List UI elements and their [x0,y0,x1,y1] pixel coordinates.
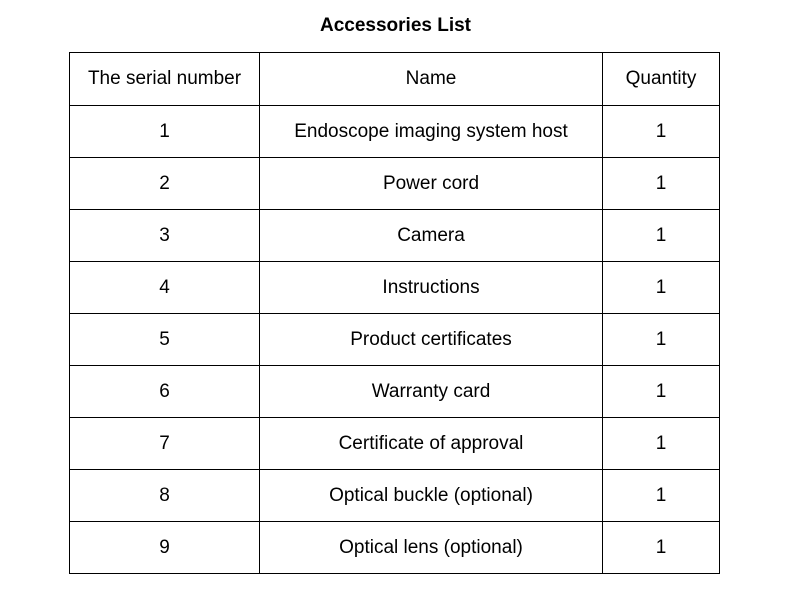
serial-number-cell: 2 [69,157,260,210]
name-cell: Product certificates [259,313,603,366]
serial-number-cell: 5 [69,313,260,366]
quantity-cell: 1 [602,313,720,366]
header-quantity: Quantity [602,52,720,106]
quantity-cell: 1 [602,469,720,522]
table-row: 9 Optical lens (optional) 1 [69,521,720,574]
header-serial-number: The serial number [69,52,260,106]
quantity-cell: 1 [602,417,720,470]
name-cell: Optical lens (optional) [259,521,603,574]
header-name: Name [259,52,603,106]
quantity-cell: 1 [602,105,720,158]
serial-number-cell: 3 [69,209,260,262]
table-row: 8 Optical buckle (optional) 1 [69,469,720,522]
serial-number-cell: 9 [69,521,260,574]
table-row: 5 Product certificates 1 [69,313,720,366]
name-cell: Warranty card [259,365,603,418]
document-title: Accessories List [319,15,472,36]
serial-number-cell: 1 [69,105,260,158]
table-row: 1 Endoscope imaging system host 1 [69,105,720,158]
quantity-cell: 1 [602,365,720,418]
name-cell: Instructions [259,261,603,314]
serial-number-cell: 8 [69,469,260,522]
serial-number-cell: 7 [69,417,260,470]
quantity-cell: 1 [602,521,720,574]
table-row: 4 Instructions 1 [69,261,720,314]
table-row: 2 Power cord 1 [69,157,720,210]
quantity-cell: 1 [602,209,720,262]
name-cell: Endoscope imaging system host [259,105,603,158]
accessories-table: The serial number Name Quantity 1 Endosco… [69,52,720,574]
serial-number-cell: 6 [69,365,260,418]
name-cell: Optical buckle (optional) [259,469,603,522]
name-cell: Certificate of approval [259,417,603,470]
table-row: 3 Camera 1 [69,209,720,262]
name-cell: Camera [259,209,603,262]
quantity-cell: 1 [602,157,720,210]
table-header-row: The serial number Name Quantity [69,52,720,106]
serial-number-cell: 4 [69,261,260,314]
quantity-cell: 1 [602,261,720,314]
table-row: 7 Certificate of approval 1 [69,417,720,470]
name-cell: Power cord [259,157,603,210]
table-row: 6 Warranty card 1 [69,365,720,418]
